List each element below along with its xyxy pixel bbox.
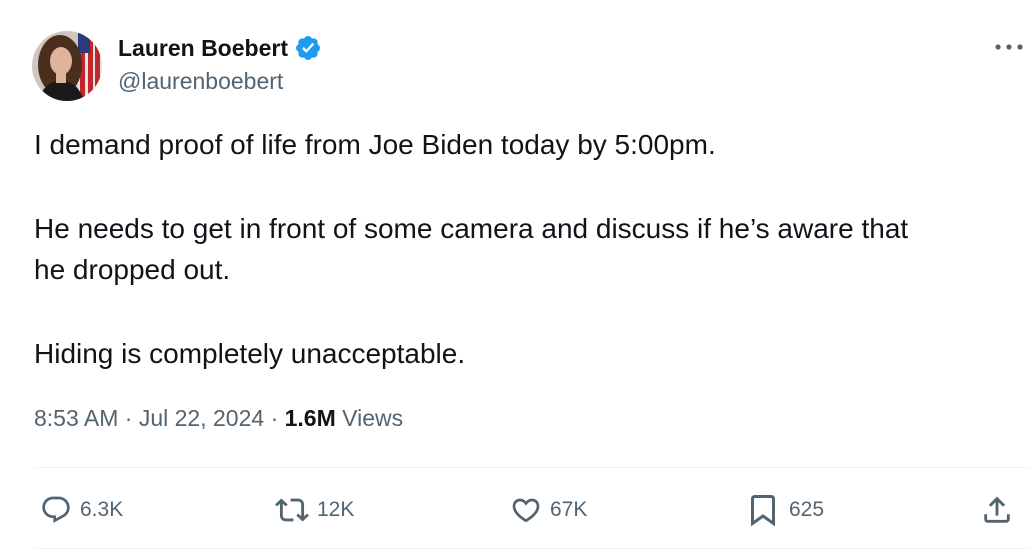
heart-icon: [512, 498, 540, 523]
bookmark-count: 625: [789, 498, 825, 521]
meta-separator: ·: [124, 405, 133, 431]
author-display-name[interactable]: Lauren Boebert: [118, 35, 288, 62]
tweet-text-paragraph: He needs to get in front of some camera …: [34, 213, 909, 285]
share-button[interactable]: [980, 490, 1014, 530]
author-name-row: Lauren Boebert: [118, 31, 322, 65]
avatar-image: [32, 31, 102, 101]
verified-badge-icon[interactable]: [294, 34, 322, 62]
tweet-card: Lauren Boebert @laurenboebert I demand p…: [0, 0, 1030, 551]
divider: [34, 548, 1030, 549]
repost-button[interactable]: 12K: [275, 490, 354, 530]
repost-icon: [275, 498, 309, 522]
meta-separator: ·: [270, 405, 279, 431]
author-handle[interactable]: @laurenboebert: [118, 68, 283, 95]
divider: [34, 467, 1030, 468]
tweet-time[interactable]: 8:53 AM: [34, 405, 118, 431]
tweet-text-paragraph: Hiding is completely unacceptable.: [34, 338, 466, 369]
views-count[interactable]: 1.6M: [285, 405, 336, 431]
reply-icon: [42, 496, 70, 523]
share-icon: [984, 496, 1010, 523]
tweet-date[interactable]: Jul 22, 2024: [139, 405, 264, 431]
like-button[interactable]: 67K: [510, 490, 587, 530]
tweet-metadata: 8:53 AM · Jul 22, 2024 · 1.6M Views: [34, 405, 403, 432]
repost-count: 12K: [317, 498, 355, 521]
reply-button[interactable]: 6.3K: [40, 490, 123, 530]
avatar[interactable]: [32, 31, 102, 101]
tweet-text-paragraph: I demand proof of life from Joe Biden to…: [34, 129, 716, 160]
bookmark-button[interactable]: 625: [745, 490, 824, 530]
bookmark-icon: [751, 495, 775, 527]
like-count: 67K: [550, 498, 588, 521]
reply-count: 6.3K: [80, 498, 124, 521]
more-options-icon[interactable]: [992, 30, 1026, 64]
views-label: Views: [342, 405, 404, 431]
